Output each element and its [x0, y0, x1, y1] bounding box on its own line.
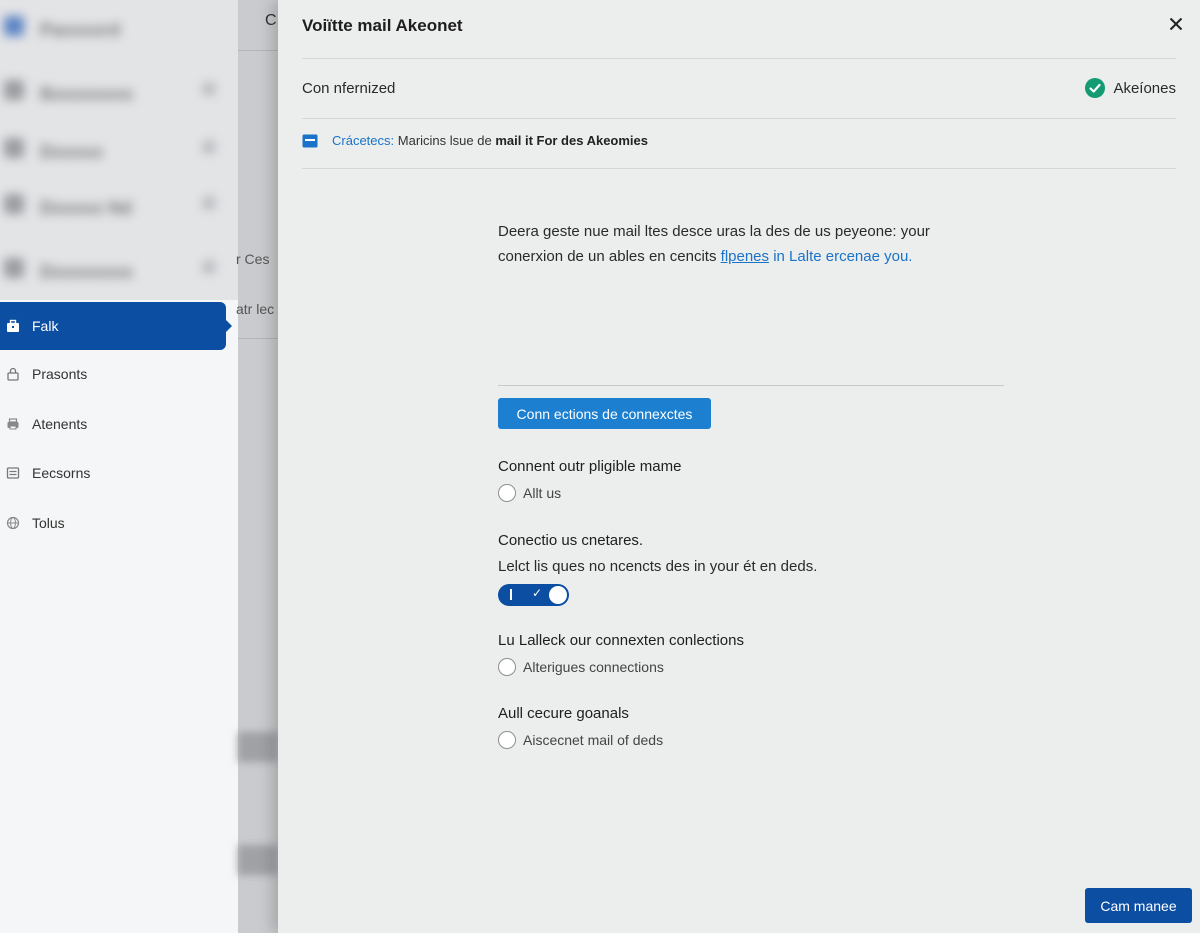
folder-icon: [4, 138, 24, 158]
description-part: in Lalte ercenae you.: [773, 248, 913, 265]
list-icon: [6, 467, 20, 479]
sidebar-item-label: Atenents: [32, 416, 88, 432]
radio-label: Allt us: [523, 485, 562, 501]
description-link[interactable]: flpenes: [721, 248, 769, 265]
sidebar-blurred-item: Dxxxxx Nd: [0, 184, 238, 224]
sidebar-item-falk[interactable]: Falk: [0, 302, 232, 350]
background-header-fragment: C: [265, 12, 277, 29]
chevron-icon: [202, 196, 216, 210]
panel-title: Voiïtte mail Akeonet: [302, 16, 463, 35]
sidebar-item-label: Eecsorns: [32, 465, 91, 481]
close-button[interactable]: [1164, 12, 1188, 36]
app-logo-icon: [4, 16, 24, 36]
info-link[interactable]: Crácetecs:: [332, 133, 394, 148]
folder-icon: [4, 80, 24, 100]
sidebar-item-tolus[interactable]: Tolus: [0, 501, 238, 545]
radio-button[interactable]: [498, 658, 516, 676]
sidebar-blurred-item: Paxxxxrd: [0, 6, 238, 46]
sidebar-item-label: Falk: [32, 318, 59, 334]
sidebar-item-label: Tolus: [32, 515, 65, 531]
radio-label: Alterigues connections: [523, 659, 664, 675]
radio-option[interactable]: Aiscecnet mail of deds: [498, 731, 663, 749]
sidebar-blurred-label: Paxxxxrd: [40, 20, 121, 40]
folder-icon: [4, 194, 24, 214]
divider: [302, 58, 1176, 59]
background-blurred-block: [238, 845, 278, 875]
sidebar-item-atenents[interactable]: Atenents: [0, 402, 238, 446]
divider: [302, 168, 1176, 169]
background-divider: [238, 338, 278, 339]
folder-icon: [4, 258, 24, 278]
info-text: Crácetecs: Maricins lsue de mail it For …: [332, 133, 648, 148]
radio-option[interactable]: Alterigues connections: [498, 658, 664, 676]
chevron-icon: [202, 140, 216, 154]
field-label: Lu Lalleck our connexten conlections: [498, 632, 744, 649]
sidebar-blurred-item: Dxxxxxxxx: [0, 248, 238, 288]
status-badge: Akeíones: [1085, 78, 1176, 98]
close-icon: [1169, 17, 1183, 31]
sidebar-blurred-label: Dxxxxx Nd: [40, 198, 133, 218]
radio-button[interactable]: [498, 484, 516, 502]
info-rest: Maricins lsue de: [397, 133, 492, 148]
status-value: Akeíones: [1113, 79, 1176, 97]
footer-action-button[interactable]: Cam manee: [1085, 888, 1192, 923]
field-label: Aull cecure goanals: [498, 705, 629, 722]
toggle-knob: [549, 586, 567, 604]
connections-button[interactable]: Conn ections de connexctes: [498, 398, 711, 429]
sidebar-blurred-label: Bxxxxxxxx: [40, 84, 134, 104]
sidebar-item-label: Prasonts: [32, 366, 88, 382]
chevron-icon: [202, 260, 216, 274]
background-row-fragment: atr lec: [236, 301, 275, 317]
description-line: Deera geste nue mail ltes desce uras la …: [498, 223, 930, 240]
background-divider: [238, 50, 278, 51]
check-circle-icon: [1085, 78, 1106, 98]
field-description: Lelct lis ques no ncencts des in your ét…: [498, 558, 818, 575]
info-bold: mail it For des Akeomies: [495, 133, 649, 148]
status-label: Con nfernized: [302, 80, 396, 97]
printer-icon: [7, 418, 19, 430]
divider: [302, 118, 1176, 119]
sidebar-blurred-section: Paxxxxrd Bxxxxxxxx Dxxxxx Dxxxxx Nd Dxxx…: [0, 0, 238, 300]
sidebar-item-prasonts[interactable]: Prasonts: [0, 352, 238, 396]
lock-icon: [7, 367, 19, 381]
form-divider: [498, 385, 1004, 386]
info-card-icon: [302, 134, 318, 147]
globe-icon: [6, 516, 20, 530]
chevron-icon: [202, 82, 216, 96]
toggle-on-mark: [510, 589, 512, 600]
mail-settings-panel: Voiïtte mail Akeonet Con nfernized Akeío…: [278, 0, 1200, 933]
sidebar-blurred-item: Dxxxxx: [0, 128, 238, 168]
sidebar-item-eecsorns[interactable]: Eecsorns: [0, 451, 238, 495]
briefcase-icon: [7, 319, 19, 332]
sidebar-blurred-item: Bxxxxxxxx: [0, 70, 238, 110]
sidebar-blurred-label: Dxxxxxxxx: [40, 262, 134, 282]
field-label: Connent outr pligible mame: [498, 458, 682, 475]
field-label: Conectio us cnetares.: [498, 532, 644, 549]
app-root: Paxxxxrd Bxxxxxxxx Dxxxxx Dxxxxx Nd Dxxx…: [0, 0, 1200, 933]
toggle-switch[interactable]: ✓: [498, 584, 569, 606]
sidebar-blurred-label: Dxxxxx: [40, 142, 104, 162]
description-line: conerxion de un ables en cencits flpenes…: [498, 244, 978, 269]
info-row: Crácetecs: Maricins lsue de mail it For …: [302, 133, 648, 148]
background-pane: C r Ces atr lec: [236, 0, 278, 933]
check-icon: ✓: [532, 586, 543, 600]
description-part: conerxion de un ables en cencits: [498, 248, 717, 265]
description-text: Deera geste nue mail ltes desce uras la …: [498, 219, 978, 269]
sidebar: Paxxxxrd Bxxxxxxxx Dxxxxx Dxxxxx Nd Dxxx…: [0, 0, 238, 933]
status-row: Con nfernized Akeíones: [302, 78, 1176, 100]
radio-label: Aiscecnet mail of deds: [523, 732, 664, 748]
radio-option[interactable]: Allt us: [498, 484, 561, 502]
background-row-fragment: r Ces: [236, 251, 270, 267]
background-blurred-block: [238, 732, 278, 762]
radio-button[interactable]: [498, 731, 516, 749]
